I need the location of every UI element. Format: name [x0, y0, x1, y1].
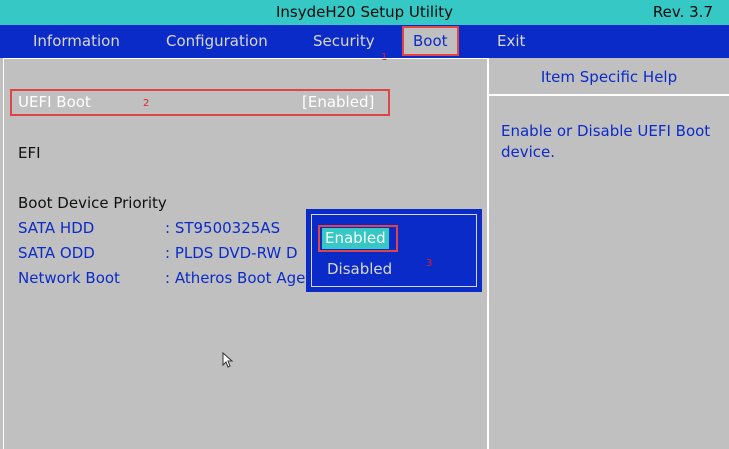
help-header: Item Specific Help	[489, 58, 729, 96]
title-bar: InsydeH20 Setup Utility Rev. 3.7	[0, 0, 729, 25]
annotation-3: 3	[426, 258, 433, 269]
menu-configuration[interactable]: Configuration	[166, 32, 268, 50]
boot-priority-heading: Boot Device Priority	[18, 194, 167, 212]
option-disabled[interactable]: Disabled	[327, 260, 392, 278]
menu-bar: Information Configuration Security Boot …	[0, 25, 729, 58]
help-pane	[489, 58, 729, 449]
uefi-boot-value[interactable]: [Enabled]	[302, 93, 374, 111]
annotation-2: 2	[143, 98, 150, 109]
mouse-cursor-icon	[222, 352, 234, 368]
device-type-sata-odd[interactable]: SATA ODD	[18, 244, 95, 262]
menu-information[interactable]: Information	[33, 32, 120, 50]
device-type-network-boot[interactable]: Network Boot	[18, 269, 120, 287]
device-name-sata-hdd[interactable]: : ST9500325AS	[165, 219, 280, 237]
version-label: Rev. 3.7	[652, 3, 713, 21]
option-enabled[interactable]: Enabled	[322, 228, 389, 249]
device-name-network-boot[interactable]: : Atheros Boot Age	[165, 269, 305, 287]
menu-exit[interactable]: Exit	[497, 32, 525, 50]
menu-boot[interactable]: Boot	[402, 26, 459, 56]
menu-security[interactable]: Security	[313, 32, 375, 50]
uefi-boot-label: UEFI Boot	[18, 93, 91, 111]
device-name-sata-odd[interactable]: : PLDS DVD-RW D	[165, 244, 298, 262]
efi-label: EFI	[18, 144, 41, 162]
app-title: InsydeH20 Setup Utility	[275, 3, 454, 21]
device-type-sata-hdd[interactable]: SATA HDD	[18, 219, 94, 237]
help-text: Enable or Disable UEFI Boot device.	[501, 122, 711, 161]
